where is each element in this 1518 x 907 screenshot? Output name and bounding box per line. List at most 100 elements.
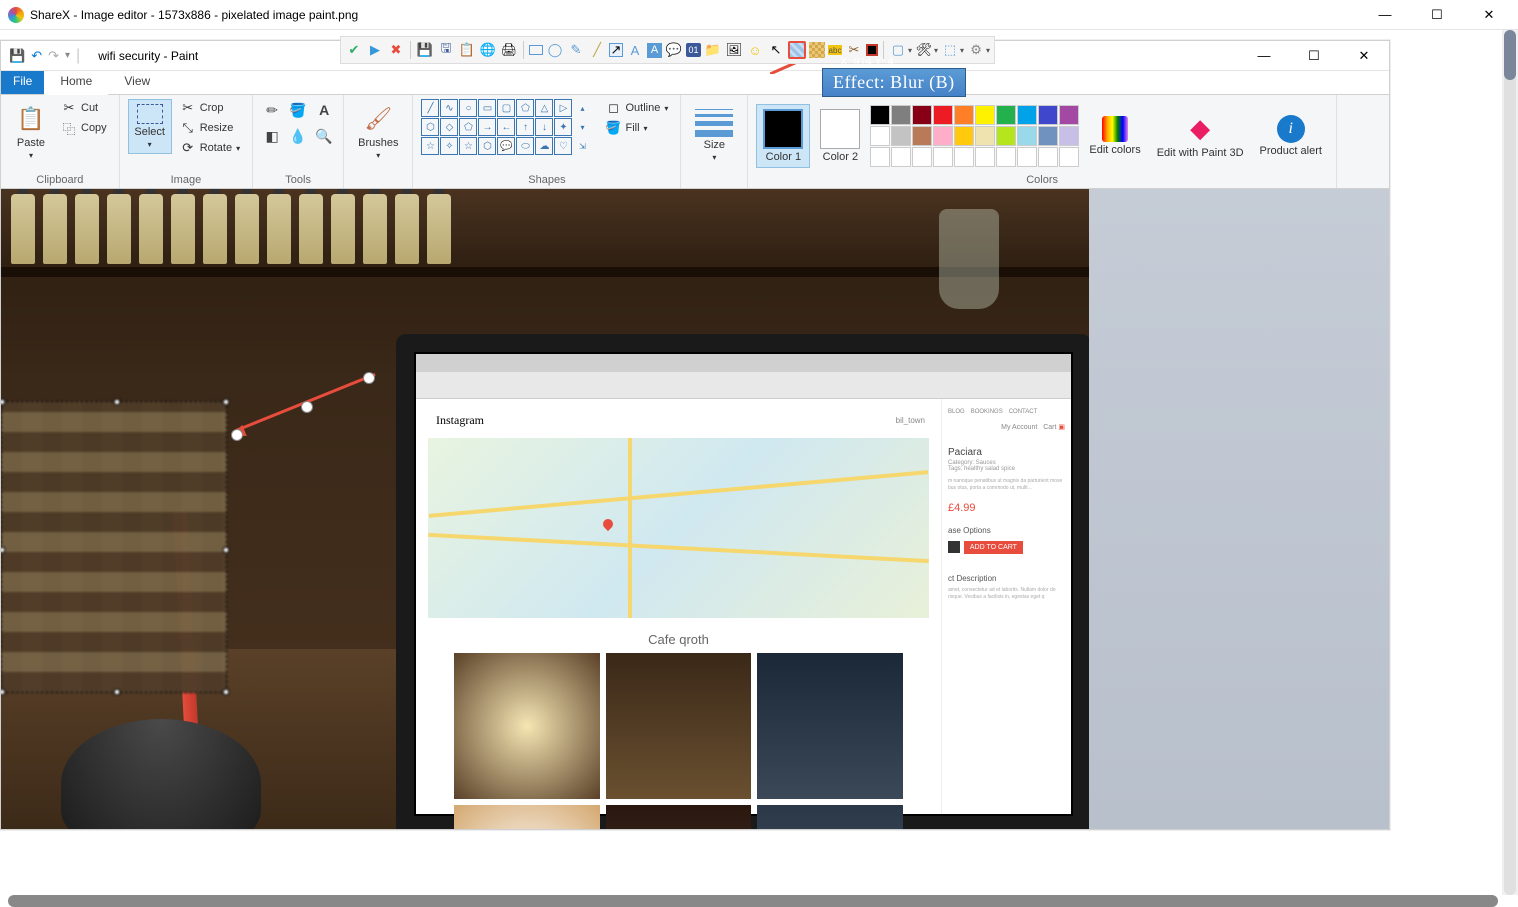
rotate-button[interactable]: ⟳Rotate ▾ (176, 139, 244, 157)
step-icon[interactable]: 01 (686, 43, 701, 57)
ellipse-tool-icon[interactable]: ◯ (546, 41, 564, 59)
palette-color[interactable] (870, 126, 890, 146)
paint-minimize-button[interactable]: — (1249, 48, 1279, 64)
blur-effect-icon[interactable] (788, 41, 806, 59)
palette-color[interactable] (1017, 147, 1037, 167)
palette-color[interactable] (933, 126, 953, 146)
palette-color[interactable] (870, 105, 890, 125)
picker-tool-icon[interactable]: 💧 (287, 125, 309, 147)
maximize-button[interactable]: ☐ (1422, 7, 1452, 23)
palette-color[interactable] (954, 126, 974, 146)
palette-color[interactable] (912, 126, 932, 146)
save-as-icon[interactable]: 🖫 (437, 41, 455, 59)
palette-color[interactable] (1017, 105, 1037, 125)
palette-color[interactable] (912, 105, 932, 125)
crop-button[interactable]: ✂Crop (176, 99, 228, 117)
freehand-tool-icon[interactable]: ✎ (567, 41, 585, 59)
cancel-icon[interactable]: ✖ (387, 41, 405, 59)
palette-color[interactable] (891, 105, 911, 125)
save-icon[interactable]: 💾 (416, 41, 434, 59)
palette-color[interactable] (870, 147, 890, 167)
view-dropdown-icon[interactable]: ▾ (960, 46, 964, 55)
palette-color[interactable] (975, 105, 995, 125)
shapes-gallery[interactable]: ╱∿○▭▢⬠△▷▴ ⬡◇⬠→←↑↓✦▾ ☆✧☆⬡💬⬭☁♡⇲ (421, 99, 591, 155)
brushes-button[interactable]: 🖌Brushes▾ (352, 99, 404, 164)
text-outline-icon[interactable]: A (626, 41, 644, 59)
palette-color[interactable] (1038, 147, 1058, 167)
tab-file[interactable]: File (1, 71, 44, 94)
product-alert-button[interactable]: iProduct alert (1254, 111, 1328, 161)
line-tool-icon[interactable]: ╱ (588, 41, 606, 59)
qat-save-icon[interactable]: 💾 (9, 48, 25, 64)
palette-color[interactable] (933, 105, 953, 125)
select-button[interactable]: Select▾ (128, 99, 172, 154)
paint-maximize-button[interactable]: ☐ (1299, 48, 1329, 64)
undo-dropdown-icon[interactable]: ▾ (908, 46, 912, 55)
image-insert-icon[interactable]: 🖼 (725, 41, 743, 59)
palette-color[interactable] (996, 147, 1016, 167)
minimize-button[interactable]: — (1370, 7, 1400, 22)
eraser-tool-icon[interactable]: ◧ (261, 125, 283, 147)
color2-button[interactable]: Color 2 (814, 105, 866, 167)
palette-color[interactable] (912, 147, 932, 167)
settings-dropdown-icon[interactable]: ▾ (986, 46, 990, 55)
cursor-icon[interactable]: ↖ (767, 41, 785, 59)
arrow-handle[interactable] (301, 401, 313, 413)
horizontal-scrollbar[interactable] (8, 895, 1498, 907)
upload-icon[interactable]: 🌐 (479, 41, 497, 59)
paint-canvas-area[interactable]: Instagram bil_town Cafe qroth (1, 189, 1389, 829)
tab-home[interactable]: Home (44, 71, 108, 95)
arrow-tool-icon[interactable]: ↗ (609, 43, 623, 57)
sticker-icon[interactable]: ☺ (746, 41, 764, 59)
palette-color[interactable] (891, 126, 911, 146)
pixelated-selection[interactable] (1, 401, 227, 693)
magnify-icon[interactable]: 📁 (704, 41, 722, 59)
copy-icon[interactable]: 📋 (458, 41, 476, 59)
size-button[interactable]: Size▾ (689, 99, 739, 166)
palette-color[interactable] (954, 105, 974, 125)
confirm-icon[interactable]: ✔ (345, 41, 363, 59)
fill-tool-icon[interactable]: 🪣 (287, 99, 309, 121)
text-tool-icon[interactable]: A (313, 99, 335, 121)
print-icon[interactable]: 🖨 (500, 41, 518, 59)
qat-customize-icon[interactable]: ▾ (65, 50, 70, 61)
fill-button[interactable]: 🪣Fill ▾ (601, 119, 651, 137)
paint-close-button[interactable]: ✕ (1349, 48, 1379, 64)
palette-color[interactable] (1038, 126, 1058, 146)
palette-color[interactable] (1038, 105, 1058, 125)
close-button[interactable]: ✕ (1474, 7, 1504, 23)
paint3d-button[interactable]: ◆Edit with Paint 3D (1151, 109, 1250, 163)
palette-color[interactable] (996, 105, 1016, 125)
pencil-tool-icon[interactable]: ✏ (261, 99, 283, 121)
pixelate-effect-icon[interactable] (809, 42, 825, 58)
palette-color[interactable] (1059, 147, 1079, 167)
outline-button[interactable]: ◻Outline ▾ (601, 99, 672, 117)
palette-color[interactable] (975, 126, 995, 146)
highlight-effect-icon[interactable]: abc (828, 45, 842, 55)
fullscreen-icon[interactable]: ⬚ (941, 41, 959, 59)
zoom-tool-icon[interactable]: 🔍 (313, 125, 335, 147)
options-dropdown-icon[interactable]: ▾ (934, 46, 938, 55)
color1-button[interactable]: Color 1 (756, 104, 810, 168)
edit-colors-button[interactable]: Edit colors (1083, 112, 1146, 160)
continue-icon[interactable]: ▶ (366, 41, 384, 59)
paste-button[interactable]: 📋Paste▾ (9, 99, 53, 164)
arrow-handle[interactable] (231, 429, 243, 441)
tab-view[interactable]: View (108, 71, 166, 94)
palette-color[interactable] (1059, 105, 1079, 125)
palette-color[interactable] (891, 147, 911, 167)
palette-color[interactable] (933, 147, 953, 167)
qat-redo-icon[interactable]: ↷ (48, 48, 59, 64)
options-icon[interactable]: 🛠 (915, 41, 933, 59)
palette-color[interactable] (975, 147, 995, 167)
text-bg-icon[interactable]: A (647, 43, 662, 58)
cut-out-icon[interactable] (866, 44, 878, 56)
cut-button[interactable]: ✂Cut (57, 99, 102, 117)
resize-button[interactable]: ⤡Resize (176, 119, 238, 137)
arrow-handle[interactable] (363, 372, 375, 384)
rectangle-tool-icon[interactable] (529, 45, 543, 55)
copy-button[interactable]: ⿻Copy (57, 119, 111, 137)
palette-color[interactable] (996, 126, 1016, 146)
qat-undo-icon[interactable]: ↶ (31, 48, 42, 64)
speech-icon[interactable]: 💬 (665, 41, 683, 59)
